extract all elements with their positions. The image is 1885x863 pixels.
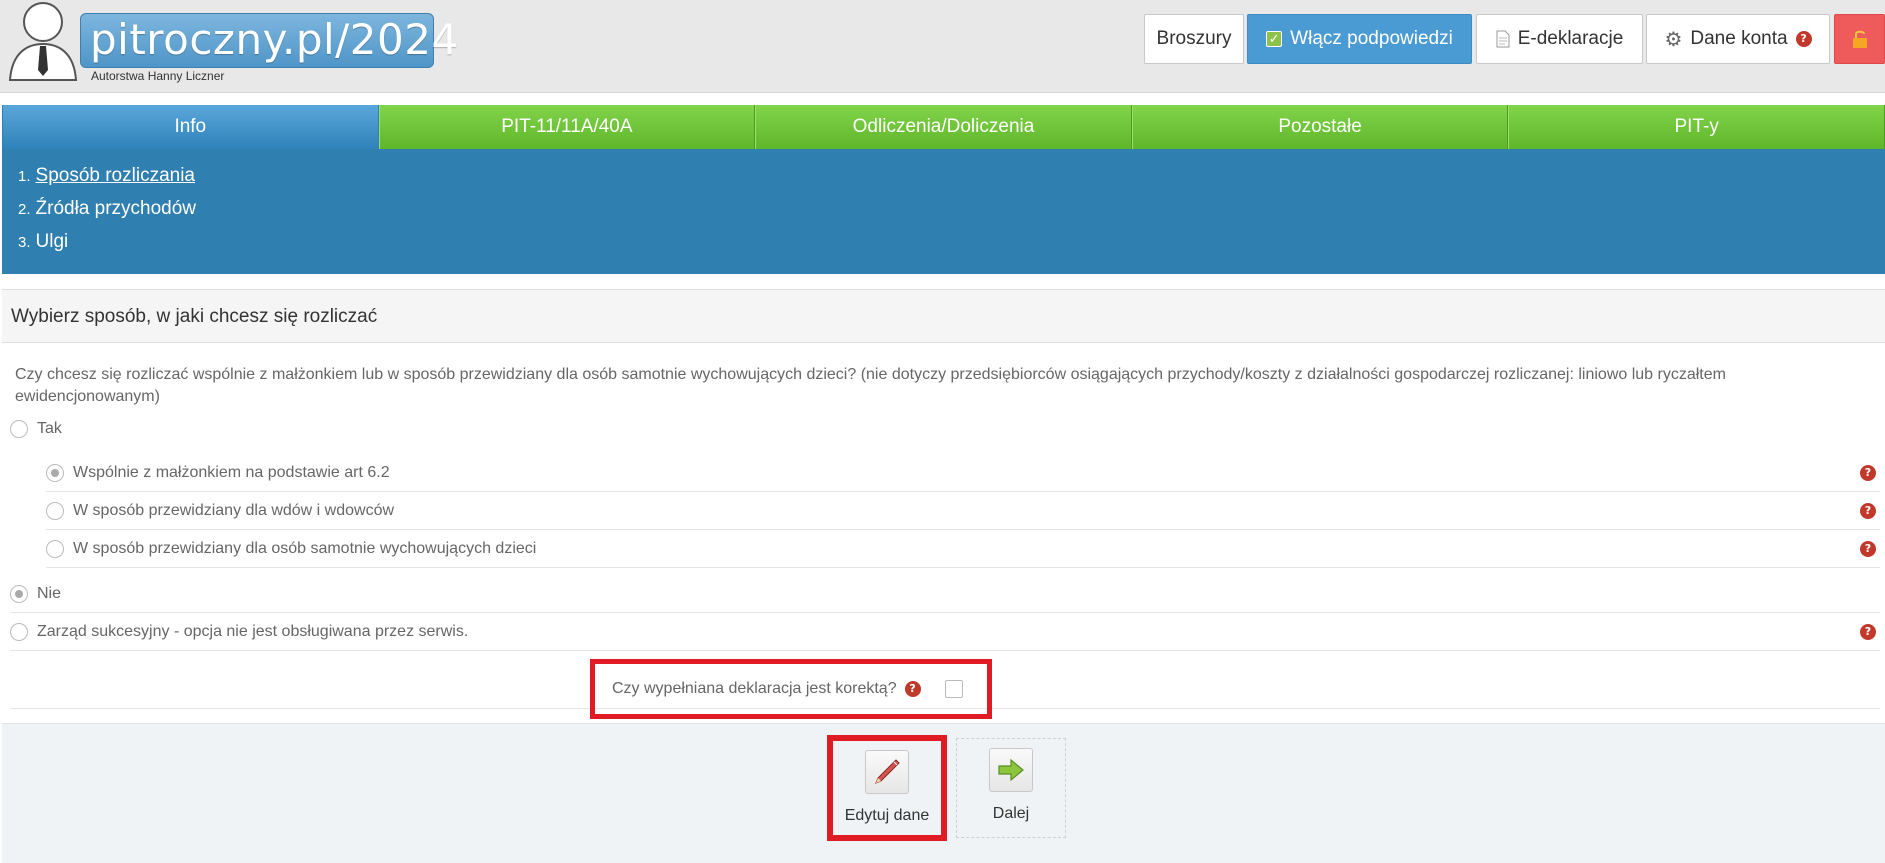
- option-label: Wspólnie z małżonkiem na podstawie art 6…: [73, 463, 390, 481]
- tab-odliczenia[interactable]: Odliczenia/Doliczenia: [755, 105, 1132, 149]
- arrow-icon-box: [989, 748, 1033, 792]
- step-number: 1.: [18, 168, 31, 185]
- step-zrodla[interactable]: 2. Źródła przychodów: [18, 198, 1885, 231]
- option-wspolnie[interactable]: Wspólnie z małżonkiem na podstawie art 6…: [46, 454, 1880, 492]
- radio-nie[interactable]: [10, 584, 28, 603]
- main-tabs: Info PIT-11/11A/40A Odliczenia/Doliczeni…: [2, 105, 1885, 149]
- option-label: Tak: [37, 420, 62, 437]
- broszury-button[interactable]: Broszury: [1144, 14, 1244, 64]
- option-zarzad[interactable]: Zarząd sukcesyjny - opcja nie jest obsłu…: [10, 613, 1880, 651]
- step-ulgi[interactable]: 3. Ulgi: [18, 231, 1885, 264]
- next-label: Dalej: [992, 805, 1030, 822]
- step-label[interactable]: Źródła przychodów: [36, 198, 197, 220]
- edeklaracje-button[interactable]: E-deklaracje: [1476, 14, 1643, 64]
- help-icon[interactable]: ?: [1795, 31, 1812, 47]
- logo-subtitle: Autorstwa Hanny Liczner: [91, 69, 225, 83]
- logo-text: pitroczny.pl/2024: [90, 15, 459, 64]
- option-samotnie[interactable]: W sposób przewidziany dla osób samotnie …: [46, 530, 1880, 568]
- steps-panel: 1. Sposób rozliczania 2. Źródła przychod…: [2, 149, 1885, 274]
- korekta-checkbox[interactable]: [944, 680, 963, 698]
- edeklaracje-label: E-deklaracje: [1517, 28, 1624, 49]
- help-icon[interactable]: ?: [1860, 465, 1876, 481]
- tab-pit11[interactable]: PIT-11/11A/40A: [378, 105, 756, 149]
- section-title: Wybierz sposób, w jaki chcesz się rozlic…: [2, 289, 1885, 343]
- broszury-label: Broszury: [1156, 28, 1232, 49]
- gear-icon: ⚙: [1664, 28, 1683, 51]
- option-label: W sposób przewidziany dla wdów i wdowców: [73, 501, 395, 519]
- korekta-row: Czy wypełniana deklaracja jest korektą? …: [10, 657, 1880, 719]
- question-text: Czy chcesz się rozliczać wspólnie z małż…: [15, 366, 1726, 405]
- checkbox-checked-icon: ✓: [1266, 31, 1283, 47]
- option-nie[interactable]: Nie: [10, 575, 1880, 613]
- help-icon[interactable]: ?: [1860, 624, 1876, 640]
- step-label[interactable]: Ulgi: [36, 231, 69, 253]
- step-number: 2.: [18, 201, 31, 218]
- edit-data-label: Edytuj dane: [844, 807, 930, 824]
- option-label: W sposób przewidziany dla osób samotnie …: [73, 539, 537, 557]
- radio-samotnie[interactable]: [46, 539, 64, 558]
- account-button[interactable]: ⚙ Dane konta ?: [1646, 14, 1830, 64]
- radio-zarzad[interactable]: [10, 622, 28, 641]
- option-wdowy[interactable]: W sposób przewidziany dla wdów i wdowców…: [46, 492, 1880, 530]
- pen-icon: [875, 759, 900, 784]
- step-label[interactable]: Sposób rozliczania: [36, 165, 195, 187]
- logout-button[interactable]: [1834, 14, 1885, 64]
- radio-tak[interactable]: [10, 420, 28, 438]
- tab-pity[interactable]: PIT-y: [1508, 105, 1885, 149]
- help-icon[interactable]: ?: [1860, 503, 1876, 519]
- tab-info[interactable]: Info: [2, 105, 379, 149]
- option-label: Zarząd sukcesyjny - opcja nie jest obsłu…: [37, 622, 469, 640]
- user-avatar-icon: [8, 2, 78, 81]
- option-tak[interactable]: Tak: [10, 410, 1880, 448]
- tab-pozostale[interactable]: Pozostałe: [1131, 105, 1509, 149]
- arrow-right-icon: [998, 758, 1024, 782]
- korekta-label: Czy wypełniana deklaracja jest korektą?: [612, 680, 897, 697]
- hints-label: Włącz podpowiedzi: [1290, 28, 1453, 49]
- unlock-icon: [1852, 30, 1867, 48]
- document-icon: [1496, 30, 1510, 48]
- korekta-highlight: Czy wypełniana deklaracja jest korektą? …: [590, 659, 992, 719]
- pen-icon-box: [865, 750, 909, 794]
- radio-wdowy[interactable]: [46, 501, 64, 520]
- help-icon[interactable]: ?: [904, 681, 921, 697]
- hints-toggle-button[interactable]: ✓ Włącz podpowiedzi: [1247, 14, 1472, 64]
- account-label: Dane konta: [1690, 28, 1788, 49]
- option-label: Nie: [37, 584, 62, 602]
- help-icon[interactable]: ?: [1860, 541, 1876, 557]
- step-number: 3.: [18, 234, 31, 251]
- step-sposob[interactable]: 1. Sposób rozliczania: [18, 165, 1885, 198]
- header: pitroczny.pl/2024 Autorstwa Hanny Liczne…: [0, 0, 1885, 93]
- action-bar: Edytuj dane Dalej: [2, 723, 1885, 863]
- edit-data-button[interactable]: Edytuj dane: [827, 735, 947, 841]
- next-button[interactable]: Dalej: [956, 738, 1066, 838]
- radio-wspolnie[interactable]: [46, 463, 64, 482]
- site-logo[interactable]: pitroczny.pl/2024 Autorstwa Hanny Liczne…: [4, 0, 458, 86]
